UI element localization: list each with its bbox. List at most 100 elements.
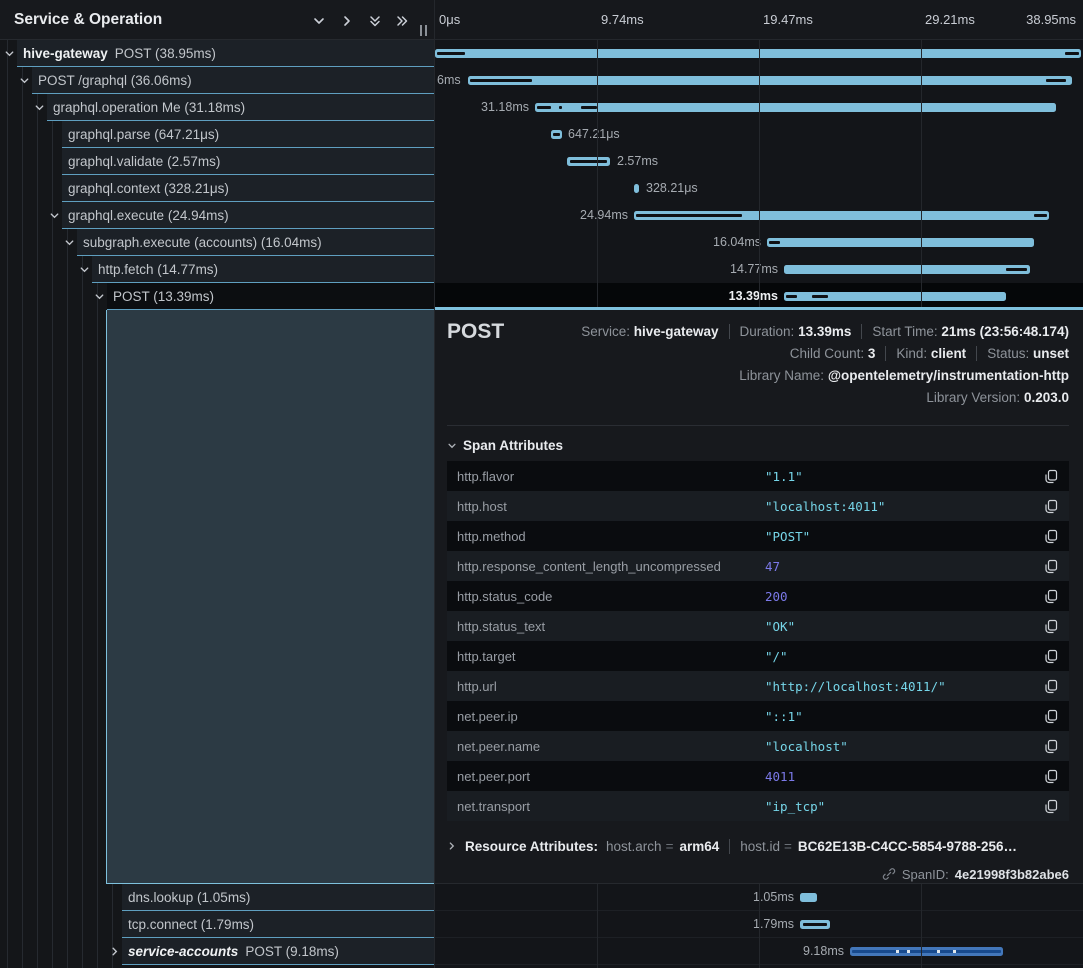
- copy-icon[interactable]: [1033, 799, 1069, 814]
- operation-name: graphql.parse (647.21μs): [68, 127, 219, 142]
- tree-row-graphql-execute[interactable]: graphql.execute (24.94ms): [62, 202, 434, 229]
- operation-name: graphql.context (328.21μs): [68, 181, 229, 196]
- timeline-column: 0μs 9.74ms 19.47ms 29.21ms 38.95ms 6ms 3…: [434, 0, 1083, 968]
- tree-row-graphql-context[interactable]: graphql.context (328.21μs): [62, 175, 434, 202]
- span-bar[interactable]: [634, 211, 1049, 220]
- link-icon: [882, 867, 896, 881]
- span-bar[interactable]: [800, 920, 830, 929]
- attribute-row: net.peer.name "localhost": [447, 731, 1069, 761]
- detail-divider: [447, 425, 1069, 426]
- tree-row-dns-lookup[interactable]: dns.lookup (1.05ms): [122, 884, 434, 911]
- duration-label: 24.94ms: [548, 202, 628, 229]
- span-bar[interactable]: [800, 893, 817, 902]
- operation-name: graphql.validate (2.57ms): [68, 154, 220, 169]
- attribute-key: http.method: [447, 529, 765, 544]
- tree-row-tcp-connect[interactable]: tcp.connect (1.79ms): [122, 911, 434, 938]
- resource-value: arm64: [679, 839, 719, 854]
- tree-row-post-selected[interactable]: POST (13.39ms): [107, 283, 434, 310]
- collapse-one-icon[interactable]: [311, 13, 327, 29]
- chevron-down-icon[interactable]: [32, 100, 46, 114]
- duration-label: 1.79ms: [714, 911, 794, 938]
- copy-icon[interactable]: [1033, 739, 1069, 754]
- attribute-row: net.peer.ip "::1": [447, 701, 1069, 731]
- attribute-key: net.peer.port: [447, 769, 765, 784]
- chevron-down-icon[interactable]: [17, 73, 31, 87]
- copy-icon[interactable]: [1033, 619, 1069, 634]
- attribute-value: "http://localhost:4011/": [765, 679, 1033, 694]
- span-bar[interactable]: [784, 265, 1030, 274]
- operation-name: POST (9.18ms): [245, 944, 339, 959]
- attribute-key: http.target: [447, 649, 765, 664]
- attribute-key: http.status_code: [447, 589, 765, 604]
- ruler-tick-4: 38.95ms: [1026, 0, 1076, 40]
- span-bar[interactable]: [435, 49, 1081, 58]
- tree-row-post-graphql[interactable]: POST /graphql (36.06ms): [32, 67, 434, 94]
- attribute-key: http.status_text: [447, 619, 765, 634]
- tree-row-subgraph-execute[interactable]: subgraph.execute (accounts) (16.04ms): [77, 229, 434, 256]
- operation-name: graphql.operation Me (31.18ms): [53, 100, 245, 115]
- copy-icon[interactable]: [1033, 529, 1069, 544]
- span-bar[interactable]: [784, 292, 1006, 301]
- span-bar[interactable]: [634, 184, 639, 193]
- span-bar[interactable]: [535, 103, 1056, 112]
- expand-one-icon[interactable]: [339, 13, 355, 29]
- span-tree-column: Service & Operation hive-gatewayPOST (38…: [0, 0, 434, 968]
- span-bar[interactable]: [850, 947, 1003, 956]
- column-resize-handle[interactable]: [420, 25, 427, 36]
- attribute-row: http.flavor "1.1": [447, 461, 1069, 491]
- resource-attributes-title: Resource Attributes:: [465, 839, 598, 854]
- attribute-row: net.transport "ip_tcp": [447, 791, 1069, 821]
- span-bar[interactable]: [551, 130, 562, 139]
- span-id-value: 4e21998f3b82abe6: [955, 867, 1069, 882]
- chevron-right-icon[interactable]: [447, 841, 457, 851]
- span-bar[interactable]: [567, 157, 610, 166]
- span-bar[interactable]: [468, 76, 1072, 85]
- chevron-down-icon: [447, 441, 457, 451]
- duration-label: 31.18ms: [449, 94, 529, 121]
- resource-attributes-row[interactable]: Resource Attributes: host.arch = arm64 h…: [447, 834, 1017, 858]
- child-count-value: 3: [868, 346, 876, 361]
- tree-row-graphql-operation[interactable]: graphql.operation Me (31.18ms): [47, 94, 434, 121]
- copy-icon[interactable]: [1033, 469, 1069, 484]
- span-attributes-header[interactable]: Span Attributes: [447, 438, 563, 453]
- service-name: hive-gateway: [23, 46, 108, 61]
- chevron-down-icon[interactable]: [47, 208, 61, 222]
- resource-value: BC62E13B-C4CC-5854-9788-256…: [798, 839, 1017, 854]
- duration-label: 2.57ms: [617, 148, 658, 175]
- copy-icon[interactable]: [1033, 679, 1069, 694]
- operation-name: dns.lookup (1.05ms): [128, 890, 250, 905]
- tree-row-http-fetch[interactable]: http.fetch (14.77ms): [92, 256, 434, 283]
- attribute-value: 4011: [765, 769, 1033, 784]
- chevron-down-icon[interactable]: [2, 46, 16, 60]
- operation-name: POST (38.95ms): [115, 46, 216, 61]
- chevron-down-icon[interactable]: [77, 262, 91, 276]
- attribute-key: http.response_content_length_uncompresse…: [447, 559, 765, 574]
- chevron-right-icon[interactable]: [107, 944, 121, 958]
- service-name: service-accounts: [128, 944, 238, 959]
- operation-name: subgraph.execute (accounts) (16.04ms): [83, 235, 322, 250]
- copy-icon[interactable]: [1033, 709, 1069, 724]
- ruler-tick-0: 0μs: [439, 0, 460, 40]
- tree-row-graphql-validate[interactable]: graphql.validate (2.57ms): [62, 148, 434, 175]
- span-detail-panel: POST Service: hive-gatewayDuration: 13.3…: [435, 307, 1083, 884]
- copy-icon[interactable]: [1033, 499, 1069, 514]
- attribute-key: http.host: [447, 499, 765, 514]
- copy-icon[interactable]: [1033, 589, 1069, 604]
- attribute-value: "POST": [765, 529, 1033, 544]
- duration-label: 1.05ms: [714, 884, 794, 911]
- copy-icon[interactable]: [1033, 559, 1069, 574]
- tree-row-hive-gateway-post[interactable]: hive-gateway POST (38.95ms): [17, 40, 434, 67]
- span-bar[interactable]: [767, 238, 1034, 247]
- tree-row-service-accounts-post[interactable]: service-accounts POST (9.18ms): [122, 938, 434, 965]
- expand-all-icon[interactable]: [394, 13, 410, 29]
- copy-icon[interactable]: [1033, 649, 1069, 664]
- chevron-down-icon[interactable]: [92, 289, 106, 303]
- attribute-row: http.host "localhost:4011": [447, 491, 1069, 521]
- collapse-all-icon[interactable]: [367, 13, 383, 29]
- chevron-down-icon[interactable]: [62, 235, 76, 249]
- duration-label: 328.21μs: [646, 175, 698, 202]
- timeline-ruler: 0μs 9.74ms 19.47ms 29.21ms 38.95ms: [435, 0, 1083, 40]
- tree-row-graphql-parse[interactable]: graphql.parse (647.21μs): [62, 121, 434, 148]
- span-detail-meta: Service: hive-gatewayDuration: 13.39msSt…: [479, 321, 1069, 409]
- copy-icon[interactable]: [1033, 769, 1069, 784]
